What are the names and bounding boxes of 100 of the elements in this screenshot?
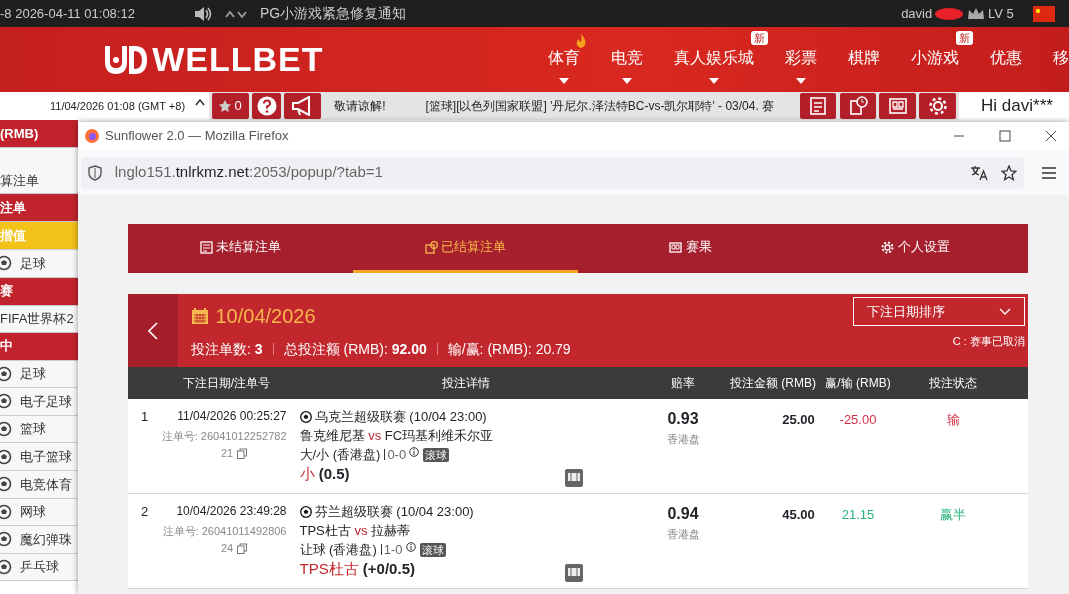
translate-icon[interactable] xyxy=(970,164,989,181)
column-header: 赢/输 (RMB) xyxy=(824,375,892,392)
nav-item[interactable]: 电竞 xyxy=(611,27,643,92)
sport-menu-item[interactable]: 电竞体育 xyxy=(0,470,78,499)
winloss-value: -25.00 xyxy=(839,412,877,427)
flame-icon xyxy=(576,34,586,48)
soccer-ball-icon xyxy=(299,410,312,423)
bet-datetime: 11/04/2026 00:25:27 xyxy=(177,408,287,425)
section-header[interactable]: 赛 xyxy=(0,277,78,306)
tab[interactable]: 个人设置 xyxy=(803,224,1028,273)
date-text: 10/04/2026 xyxy=(215,303,316,329)
tab[interactable]: 赛果 xyxy=(578,224,803,273)
info-icon[interactable] xyxy=(405,541,416,552)
row-number: 1 xyxy=(141,409,149,424)
sport-menu-item[interactable]: 乒乓球 xyxy=(0,553,78,582)
copy-icon[interactable] xyxy=(236,447,247,459)
menu-icon[interactable] xyxy=(1041,166,1056,179)
bet-count: 21 xyxy=(221,445,234,461)
scoreboard-icon[interactable] xyxy=(564,469,583,487)
sport-menu-item[interactable]: 电子足球 xyxy=(0,388,78,416)
level-text: LV 5 xyxy=(987,4,1014,23)
bet-count: 24 xyxy=(221,540,234,556)
summary-stat: 投注单数: 3 xyxy=(191,339,263,359)
username-text: david xyxy=(901,4,933,23)
section-header[interactable]: 中 xyxy=(0,332,78,361)
info-icon[interactable] xyxy=(409,446,420,457)
odds-value: 0.93 xyxy=(667,409,699,429)
column-header: 下注日期/注单号 xyxy=(181,375,272,392)
row-number: 2 xyxy=(141,504,149,519)
sport-menu-item[interactable]: 网球 xyxy=(0,498,78,527)
ticket-icon xyxy=(199,240,213,254)
sport-menu-item[interactable]: 足球 xyxy=(0,360,78,389)
selection-text: TPS杜古 (+0/0.5) xyxy=(299,559,416,578)
soccer-ball-icon xyxy=(299,505,312,518)
crown-icon xyxy=(966,6,985,21)
tab[interactable]: 已结算注单 xyxy=(353,224,578,273)
caret-icon xyxy=(796,78,806,84)
scoreboard-button[interactable] xyxy=(879,93,916,119)
stake-value: 45.00 xyxy=(782,506,815,524)
redaction-mark xyxy=(935,7,964,20)
nav-item[interactable]: 真人娱乐城 xyxy=(674,27,754,92)
collapse-icon[interactable] xyxy=(195,98,206,106)
section-header[interactable]: (RMB) xyxy=(0,120,78,148)
nav-item[interactable]: 移 xyxy=(1053,27,1069,92)
close-icon[interactable] xyxy=(1044,130,1057,142)
caret-icon xyxy=(709,78,719,84)
sort-dropdown[interactable]: 下注日期排序 xyxy=(852,297,1025,327)
chevron-left-icon xyxy=(148,322,158,341)
tab[interactable]: 未结算注单 xyxy=(128,224,353,273)
menu-item[interactable]: 算注单 xyxy=(0,148,78,194)
notice-text: 敬请谅解! xyxy=(334,98,386,115)
section-header[interactable]: 注单 xyxy=(0,194,78,222)
bookmark-star-icon[interactable] xyxy=(1001,164,1018,181)
sport-menu-item[interactable]: 足球 xyxy=(0,250,78,278)
calendar-icon xyxy=(191,306,209,325)
copy-icon[interactable] xyxy=(236,542,247,554)
score-text: 0-0 xyxy=(387,446,407,464)
score-text: 1-0 xyxy=(383,541,403,559)
sport-menu-item[interactable]: 电子篮球 xyxy=(0,443,78,471)
sport-menu-item[interactable]: 魔幻弹珠 xyxy=(0,526,78,554)
match-teams: 鲁克维尼基 vs FC玛基利维禾尔亚 xyxy=(299,427,495,445)
odds-type: 香港盘 xyxy=(666,432,700,447)
cancel-note: C : 赛事已取消 xyxy=(952,333,1025,349)
up-down-arrows-icon[interactable] xyxy=(224,8,247,19)
help-icon xyxy=(256,96,277,116)
stake-value: 25.00 xyxy=(782,411,815,429)
window-title: Sunflower 2.0 — Mozilla Firefox xyxy=(105,127,289,146)
selection-text: 小 (0.5) xyxy=(299,464,351,483)
maximize-icon[interactable] xyxy=(998,130,1011,142)
new-badge: 新 xyxy=(956,31,973,45)
greeting-text: Hi davi*** xyxy=(981,95,1053,118)
nav-item[interactable]: 棋牌 xyxy=(848,27,880,92)
ticket-button[interactable] xyxy=(799,93,837,119)
address-field[interactable]: lnglo151.tnlrkmz.net:2053/popup/?tab=1 xyxy=(81,156,1024,189)
announcement-button[interactable] xyxy=(284,93,321,119)
settings-button[interactable] xyxy=(919,93,956,119)
summary-stat: 输/赢: (RMB): 20.79 xyxy=(447,339,571,359)
speaker-icon[interactable] xyxy=(192,5,213,22)
column-header: 投注详情 xyxy=(440,375,491,392)
bet-status: 输 xyxy=(946,412,960,427)
shield-icon xyxy=(87,164,102,181)
nav-item[interactable]: 体育 xyxy=(548,27,580,92)
history-button[interactable] xyxy=(839,93,877,119)
column-header: 投注状态 xyxy=(928,375,978,392)
flag-icon[interactable] xyxy=(1033,5,1055,22)
live-tag: 滚球 xyxy=(419,542,446,557)
nav-item[interactable]: 彩票 xyxy=(785,27,817,92)
sport-menu-item[interactable]: 篮球 xyxy=(0,415,78,444)
scoreboard-icon[interactable] xyxy=(564,564,583,582)
notice-text[interactable]: PG小游戏紧急修复通知 xyxy=(259,3,407,24)
nav-item[interactable]: 小游戏 xyxy=(911,27,959,92)
browser-logo-icon xyxy=(84,129,99,143)
winloss-value: 21.15 xyxy=(841,507,875,522)
favorites-button[interactable]: 0 xyxy=(212,93,249,119)
menu-item[interactable]: FIFA世界杯2 xyxy=(0,305,78,333)
ticket-number: 注单号: 26041012252782 xyxy=(161,429,287,445)
league-text: 乌克兰超级联赛 (10/04 23:00) xyxy=(314,408,487,426)
scoreboard-icon xyxy=(669,240,683,254)
help-button[interactable] xyxy=(252,93,282,119)
nav-item[interactable]: 优惠 xyxy=(990,27,1022,92)
